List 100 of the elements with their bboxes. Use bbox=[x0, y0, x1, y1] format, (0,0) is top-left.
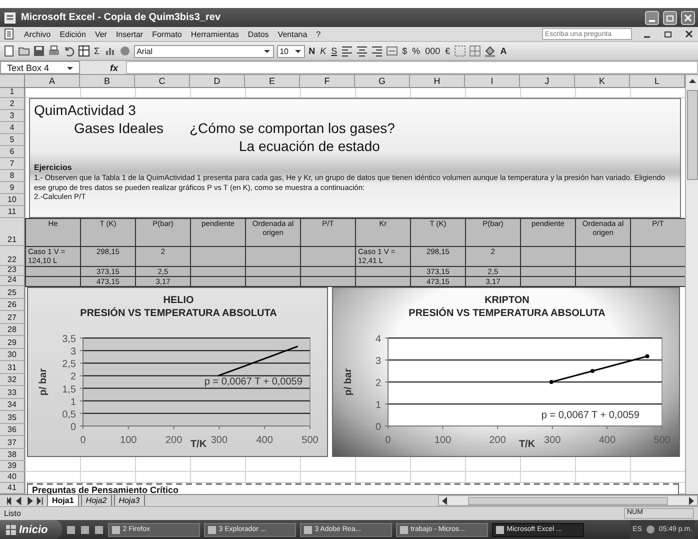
format-button[interactable]: S bbox=[330, 46, 338, 56]
row-header[interactable]: 7 bbox=[0, 158, 25, 170]
column-header[interactable]: C bbox=[135, 75, 190, 88]
scroll-up-icon[interactable] bbox=[688, 77, 696, 86]
number-format-button[interactable]: 000 bbox=[424, 46, 442, 56]
row-header[interactable]: 38 bbox=[0, 448, 25, 461]
table-icon[interactable] bbox=[78, 45, 90, 57]
font-color-button[interactable]: A bbox=[499, 46, 508, 56]
text-box[interactable]: Preguntas de Pensamiento Crítico bbox=[27, 483, 679, 494]
column-header[interactable]: G bbox=[355, 75, 410, 88]
column-header[interactable]: L bbox=[630, 75, 685, 88]
row-header[interactable]: 36 bbox=[0, 424, 25, 436]
next-sheet-icon[interactable] bbox=[25, 496, 34, 506]
merge-cells-icon[interactable] bbox=[386, 45, 398, 57]
row-header[interactable]: 35 bbox=[0, 411, 25, 424]
sheet-tab[interactable]: Hoja3 bbox=[114, 494, 145, 506]
menu-item[interactable]: Formato bbox=[152, 30, 182, 38]
horizontal-scrollbar[interactable] bbox=[438, 495, 698, 506]
column-header[interactable]: K bbox=[575, 75, 630, 88]
format-button[interactable]: N bbox=[308, 46, 316, 56]
row-header[interactable]: 6 bbox=[0, 146, 25, 158]
menu-item[interactable]: Edición bbox=[60, 30, 86, 38]
sum-button[interactable]: Σ bbox=[93, 46, 101, 56]
fill-color-icon[interactable] bbox=[484, 45, 496, 57]
vertical-scrollbar[interactable] bbox=[685, 75, 698, 494]
font-field[interactable]: Arial bbox=[134, 44, 274, 58]
document-icon[interactable] bbox=[3, 28, 15, 40]
row-header[interactable]: 41 bbox=[0, 483, 25, 494]
row-header[interactable]: 1 bbox=[0, 88, 25, 98]
menu-item[interactable]: Archivo bbox=[24, 30, 51, 38]
function-button[interactable]: fx bbox=[110, 62, 118, 72]
close-icon[interactable] bbox=[681, 10, 695, 24]
number-format-button[interactable]: € bbox=[444, 46, 452, 56]
menu-item[interactable]: Herramientas bbox=[190, 30, 239, 38]
row-header[interactable]: 31 bbox=[0, 361, 25, 374]
minimize-icon[interactable] bbox=[645, 10, 659, 24]
format-button[interactable]: K bbox=[319, 46, 328, 56]
column-header[interactable]: D bbox=[190, 75, 245, 88]
align-left-icon[interactable] bbox=[341, 45, 354, 57]
column-header[interactable]: E bbox=[245, 75, 300, 88]
column-header[interactable]: A bbox=[25, 75, 80, 88]
row-header[interactable]: 29 bbox=[0, 336, 25, 348]
align-center-icon[interactable] bbox=[356, 45, 368, 57]
align-right-icon[interactable] bbox=[371, 45, 384, 57]
print-icon[interactable] bbox=[48, 45, 60, 57]
sheet-tab[interactable]: Hoja1 bbox=[47, 494, 79, 506]
row-header[interactable]: 8 bbox=[0, 170, 25, 182]
menu-item[interactable]: ? bbox=[316, 30, 321, 38]
start-button[interactable]: Inicio bbox=[0, 520, 62, 539]
font-size-field[interactable]: 10 bbox=[276, 44, 305, 58]
column-header[interactable]: H bbox=[410, 75, 465, 88]
row-header[interactable]: 28 bbox=[0, 324, 25, 336]
column-header[interactable]: F bbox=[300, 75, 355, 88]
scroll-thumb[interactable] bbox=[686, 90, 698, 180]
menu-item[interactable]: Ver bbox=[94, 30, 107, 38]
row-header[interactable]: 10 bbox=[0, 194, 25, 206]
row-header[interactable]: 11 bbox=[0, 206, 25, 218]
row-header[interactable]: 27 bbox=[0, 311, 25, 324]
quick-launch-icon[interactable] bbox=[94, 524, 104, 534]
column-header[interactable]: J bbox=[520, 75, 575, 88]
row-header[interactable]: 21 bbox=[0, 218, 25, 246]
row-header[interactable]: 5 bbox=[0, 134, 25, 146]
bar-chart-icon[interactable] bbox=[104, 45, 116, 57]
row-header[interactable]: 23 bbox=[0, 266, 25, 276]
row-header[interactable]: 33 bbox=[0, 386, 25, 398]
text-box[interactable] bbox=[29, 98, 681, 218]
row-header[interactable]: 30 bbox=[0, 348, 25, 361]
row-header[interactable]: 3 bbox=[0, 110, 25, 122]
name-box[interactable]: Text Box 4 bbox=[0, 61, 80, 74]
menu-item[interactable]: Insertar bbox=[116, 30, 144, 38]
save-icon[interactable] bbox=[33, 45, 45, 57]
borders-icon[interactable] bbox=[454, 45, 466, 57]
row-header[interactable]: 25 bbox=[0, 286, 25, 298]
sheet-tab[interactable]: Hoja2 bbox=[80, 494, 112, 506]
row-header[interactable]: 34 bbox=[0, 398, 25, 411]
number-format-button[interactable]: % bbox=[411, 46, 422, 56]
column-header[interactable]: I bbox=[465, 75, 520, 88]
row-header[interactable]: 26 bbox=[0, 298, 25, 311]
row-header[interactable]: 9 bbox=[0, 182, 25, 194]
previous-sheet-icon[interactable] bbox=[14, 496, 23, 506]
open-folder-icon[interactable] bbox=[18, 45, 30, 57]
formula-field[interactable] bbox=[126, 61, 698, 74]
new-file-icon[interactable] bbox=[3, 45, 15, 57]
row-header[interactable]: 40 bbox=[0, 472, 25, 483]
row-header[interactable]: 32 bbox=[0, 374, 25, 386]
scroll-right-icon[interactable] bbox=[688, 496, 695, 504]
restore-icon[interactable] bbox=[663, 10, 677, 24]
last-sheet-icon[interactable] bbox=[36, 496, 45, 506]
row-header[interactable]: 39 bbox=[0, 461, 25, 472]
row-header[interactable]: 37 bbox=[0, 436, 25, 448]
menu-item[interactable]: Ventana bbox=[278, 30, 308, 38]
scroll-left-icon[interactable] bbox=[441, 496, 448, 504]
quick-launch-icon[interactable] bbox=[66, 524, 76, 534]
scroll-thumb[interactable] bbox=[468, 496, 668, 504]
menu-item[interactable]: Datos bbox=[248, 30, 269, 38]
row-header[interactable]: 24 bbox=[0, 276, 25, 286]
row-header[interactable]: 2 bbox=[0, 98, 25, 110]
close-icon[interactable] bbox=[683, 28, 695, 40]
column-header[interactable]: B bbox=[80, 75, 135, 88]
row-header[interactable]: 4 bbox=[0, 122, 25, 134]
